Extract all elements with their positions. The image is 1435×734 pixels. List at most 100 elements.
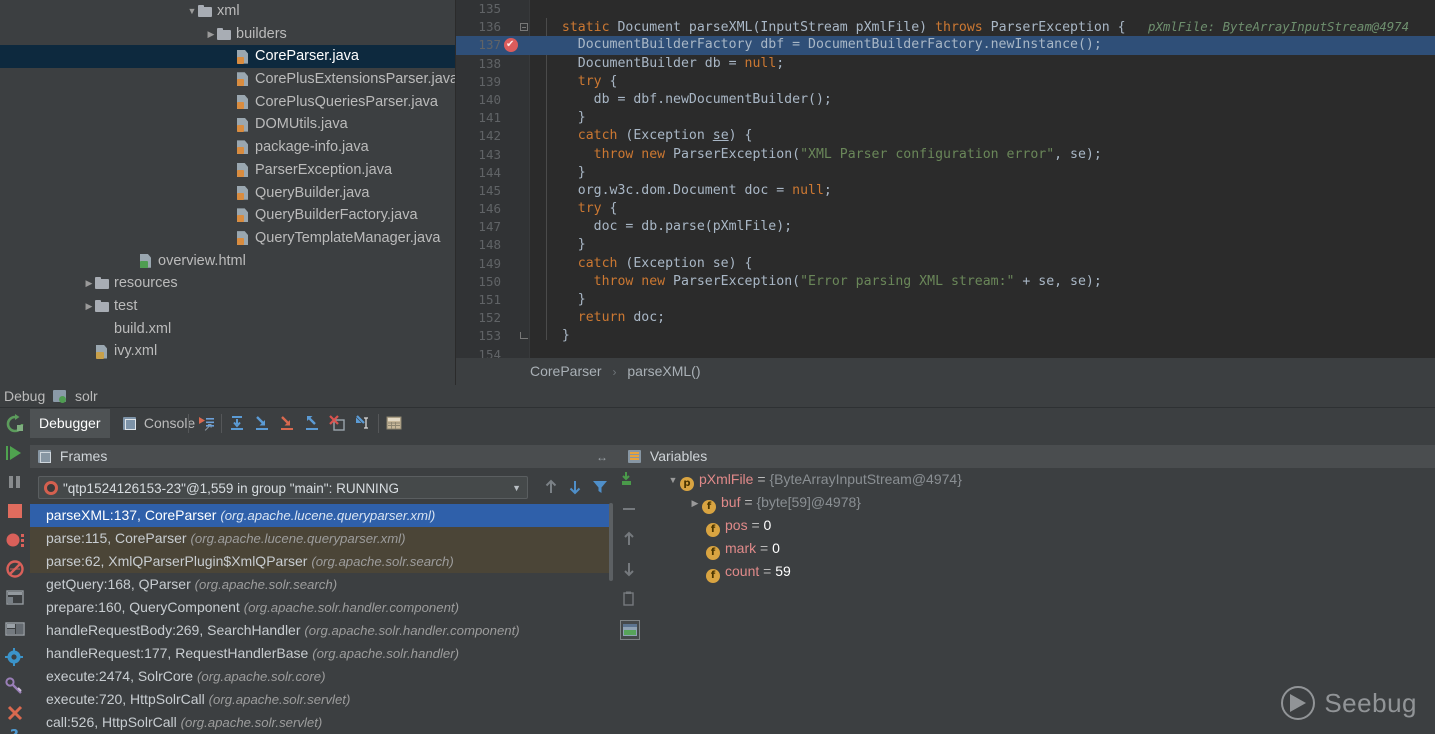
frames-filter-icon[interactable] xyxy=(591,478,609,496)
variable-row[interactable]: fmark = 0 xyxy=(640,537,1435,560)
pause-program-icon[interactable] xyxy=(4,471,26,493)
code-text: catch (Exception se) { xyxy=(546,127,752,145)
chevron-down-icon[interactable]: ▼ xyxy=(512,477,521,500)
tab-debugger[interactable]: Debugger xyxy=(30,409,110,438)
code-text: throw new ParserException("Error parsing… xyxy=(546,273,1102,291)
stack-frame-row[interactable]: execute:2474, SolrCore (org.apache.solr.… xyxy=(30,665,610,688)
settings-gear-icon[interactable] xyxy=(4,647,26,669)
settings-layout-icon[interactable] xyxy=(4,618,26,640)
view-breakpoints-icon[interactable] xyxy=(4,529,26,551)
frames-up-arrow-icon[interactable] xyxy=(542,478,560,496)
tree-item[interactable]: CoreParser.java xyxy=(0,45,456,68)
attach-icon[interactable] xyxy=(4,676,26,698)
breadcrumb-method[interactable]: parseXML() xyxy=(627,363,700,379)
new-watch-icon[interactable] xyxy=(620,470,638,488)
tree-item[interactable]: package-info.java xyxy=(0,136,456,159)
move-down-icon[interactable] xyxy=(620,560,638,578)
restore-frames-icon[interactable] xyxy=(620,620,640,640)
mute-breakpoints-icon[interactable] xyxy=(4,558,26,580)
remove-watch-icon[interactable] xyxy=(620,500,638,518)
tree-item[interactable]: overview.html xyxy=(0,250,456,273)
java-file-icon xyxy=(236,118,250,132)
breadcrumb-class[interactable]: CoreParser xyxy=(530,363,602,379)
chevron-right-icon[interactable] xyxy=(83,295,95,318)
tree-item[interactable]: build.xml xyxy=(0,318,456,341)
variable-value: 0 xyxy=(772,540,780,556)
chevron-right-icon[interactable] xyxy=(205,23,217,46)
copy-value-icon[interactable] xyxy=(620,590,638,608)
variable-row[interactable]: ▼ppXmlFile = {ByteArrayInputStream@4974} xyxy=(640,468,1435,491)
tree-item[interactable]: builders xyxy=(0,23,456,46)
drop-frame-icon[interactable] xyxy=(328,414,348,433)
tree-item[interactable]: test xyxy=(0,295,456,318)
stack-frame-package: (org.apache.solr.search) xyxy=(195,577,337,592)
chevron-down-icon[interactable]: ▼ xyxy=(666,469,680,492)
tree-item[interactable]: ivy.xml xyxy=(0,340,456,363)
evaluate-expression-icon[interactable] xyxy=(385,414,405,433)
code-text: try { xyxy=(546,73,617,91)
variable-row[interactable]: fcount = 59 xyxy=(640,560,1435,583)
stop-icon[interactable] xyxy=(4,500,26,522)
restore-layout-icon[interactable] xyxy=(4,587,26,609)
stack-frame-row[interactable]: handleRequest:177, RequestHandlerBase (o… xyxy=(30,642,610,665)
code-text: org.w3c.dom.Document doc = null; xyxy=(546,182,832,200)
stack-frame-row[interactable]: execute:720, HttpSolrCall (org.apache.so… xyxy=(30,688,610,711)
tree-item[interactable]: QueryBuilder.java xyxy=(0,182,456,205)
frames-scrollbar[interactable] xyxy=(609,503,613,581)
tree-item[interactable]: QueryTemplateManager.java xyxy=(0,227,456,250)
close-icon[interactable] xyxy=(4,702,26,724)
tree-item[interactable]: ParserException.java xyxy=(0,159,456,182)
breadcrumb[interactable]: CoreParser › parseXML() xyxy=(456,358,1435,385)
stack-frame-row[interactable]: parse:115, CoreParser (org.apache.lucene… xyxy=(30,527,610,550)
tree-item-label: ParserException.java xyxy=(255,162,392,178)
tree-item[interactable]: CorePlusQueriesParser.java xyxy=(0,91,456,114)
stack-frame-row[interactable]: getQuery:168, QParser (org.apache.solr.s… xyxy=(30,573,610,596)
chevron-right-icon[interactable] xyxy=(83,272,95,295)
code-line: 152 return doc; xyxy=(456,309,1435,327)
toolbar-separator-1 xyxy=(188,414,189,433)
line-number: 144 xyxy=(456,164,501,182)
stack-frame-row[interactable]: parse:62, XmlQParserPlugin$XmlQParser (o… xyxy=(30,550,610,573)
breakpoint-icon[interactable] xyxy=(504,38,518,52)
tree-item[interactable]: xml xyxy=(0,0,456,23)
tree-item[interactable]: QueryBuilderFactory.java xyxy=(0,204,456,227)
fold-collapse-icon[interactable] xyxy=(520,23,528,31)
code-editor[interactable]: 135136 static Document parseXML(InputStr… xyxy=(456,0,1435,358)
chevron-right-icon[interactable]: ▶ xyxy=(688,492,702,515)
tree-item[interactable]: DOMUtils.java xyxy=(0,113,456,136)
call-stack-list[interactable]: parseXML:137, CoreParser (org.apache.luc… xyxy=(30,504,610,734)
fold-end-icon[interactable] xyxy=(520,332,528,339)
tree-item[interactable]: CorePlusExtensionsParser.java xyxy=(0,68,456,91)
stack-frame-row[interactable]: handleRequestBody:269, SearchHandler (or… xyxy=(30,619,610,642)
code-line: 135 xyxy=(456,0,1435,18)
debug-config-name[interactable]: solr xyxy=(75,388,98,404)
show-execution-point-icon[interactable] xyxy=(196,414,216,433)
stack-frame-row[interactable]: prepare:160, QueryComponent (org.apache.… xyxy=(30,596,610,619)
chevron-down-icon[interactable] xyxy=(186,0,198,23)
frames-down-arrow-icon[interactable] xyxy=(566,478,584,496)
project-tree-panel[interactable]: xmlbuildersCoreParser.javaCorePlusExtens… xyxy=(0,0,456,385)
move-up-icon[interactable] xyxy=(620,530,638,548)
code-text: DocumentBuilder db = null; xyxy=(546,55,784,73)
header-divider xyxy=(0,407,1435,408)
stack-frame-method: handleRequest:177, RequestHandlerBase xyxy=(46,645,308,661)
force-step-into-icon[interactable] xyxy=(278,414,298,433)
help-icon[interactable]: ? xyxy=(4,726,26,734)
splitter-handle-icon[interactable]: ↔ xyxy=(596,450,608,464)
code-text: try { xyxy=(546,200,617,218)
step-into-icon[interactable] xyxy=(253,414,273,433)
stack-frame-row[interactable]: parseXML:137, CoreParser (org.apache.luc… xyxy=(30,504,610,527)
variable-value: {ByteArrayInputStream@4974} xyxy=(769,471,961,487)
stack-frame-row[interactable]: call:526, HttpSolrCall (org.apache.solr.… xyxy=(30,711,610,734)
step-over-icon[interactable] xyxy=(228,414,248,433)
tree-item[interactable]: resources xyxy=(0,272,456,295)
step-out-icon[interactable] xyxy=(303,414,323,433)
variable-row[interactable]: ▶fbuf = {byte[59]@4978} xyxy=(640,491,1435,514)
variables-side-toolbar xyxy=(618,468,640,734)
resume-program-icon[interactable] xyxy=(4,442,26,464)
run-to-cursor-icon[interactable] xyxy=(353,414,373,433)
code-text: static Document parseXML(InputStream pXm… xyxy=(546,18,1409,37)
variable-row[interactable]: fpos = 0 xyxy=(640,514,1435,537)
thread-selector[interactable]: "qtp1524126153-23"@1,559 in group "main"… xyxy=(38,476,528,499)
rerun-icon[interactable] xyxy=(4,413,26,435)
